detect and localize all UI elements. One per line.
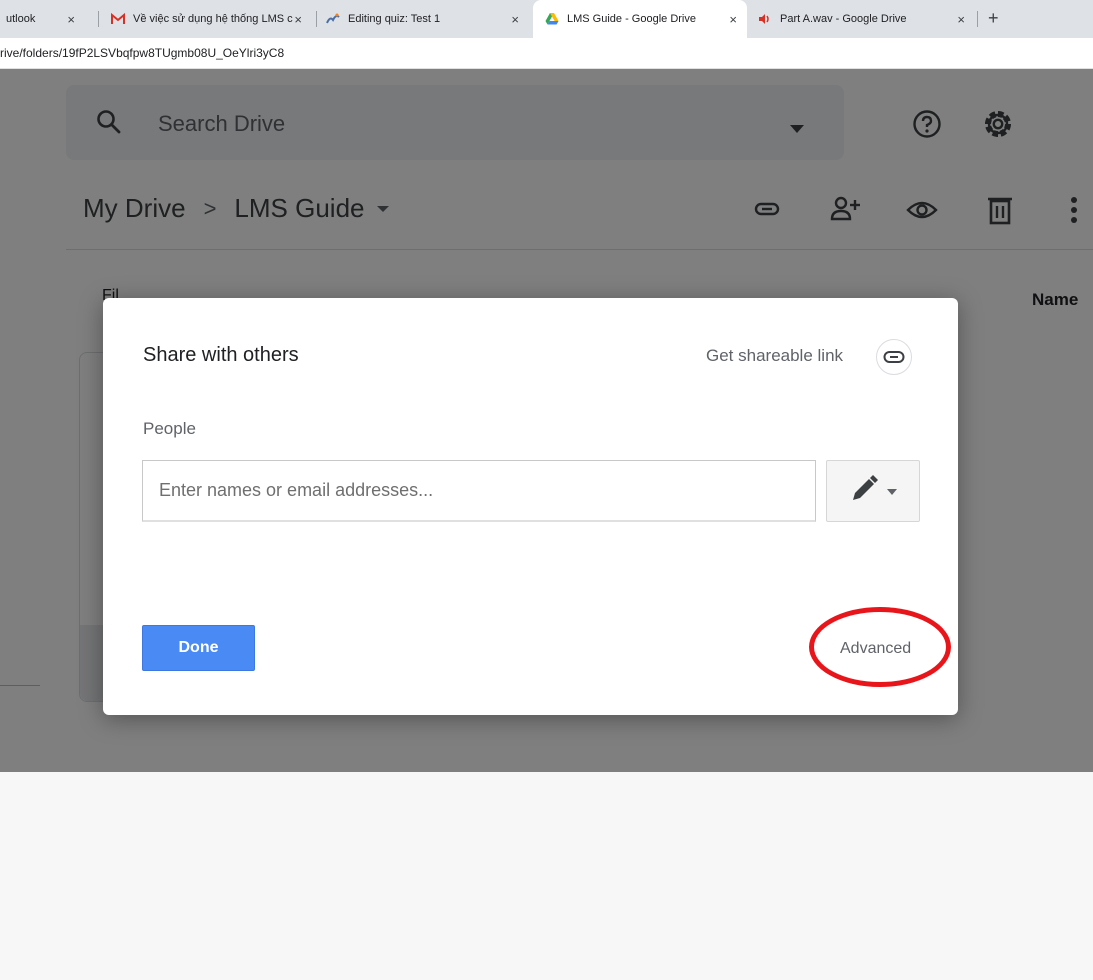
page-footer-area [0,772,1093,980]
shareable-link-icon[interactable] [876,339,912,375]
gmail-icon [111,12,125,26]
tab-title: Part A.wav - Google Drive [780,13,907,25]
tab-separator [977,11,978,27]
tab-gmail[interactable]: Về việc sử dụng hệ thống LMS c × [105,0,312,38]
done-button[interactable]: Done [142,625,255,671]
annotation-circle [809,607,951,687]
people-label: People [143,419,196,438]
tab-lms-guide[interactable]: LMS Guide - Google Drive × [533,0,747,38]
browser-tab-strip: utlook × Về việc sử dụng hệ thống LMS c … [0,0,1093,38]
tab-title: Về việc sử dụng hệ thống LMS c [133,13,293,25]
pencil-icon [849,474,879,509]
address-bar[interactable]: rive/folders/19fP2LSVbqfpw8TUgmb08U_OeYl… [0,38,1093,69]
chevron-down-icon [887,482,897,500]
people-email-input[interactable] [142,460,816,522]
close-icon[interactable]: × [294,12,302,27]
close-icon[interactable]: × [729,12,737,27]
audio-playing-icon [758,12,772,26]
tab-editing-quiz[interactable]: Editing quiz: Test 1 × [322,0,529,38]
share-dialog: Share with others Get shareable link Peo… [103,298,958,715]
tab-title: utlook [6,13,36,25]
close-icon[interactable]: × [957,12,965,27]
close-icon[interactable]: × [511,12,519,27]
tab-separator [98,11,99,27]
tab-title: Editing quiz: Test 1 [348,13,441,25]
tab-title: LMS Guide - Google Drive [567,13,696,25]
new-tab-button[interactable]: + [988,8,999,29]
tab-separator [316,11,317,27]
tab-part-a-wav[interactable]: Part A.wav - Google Drive × [750,0,975,38]
tab-outlook[interactable]: utlook × [0,0,85,38]
close-icon[interactable]: × [67,12,75,27]
dialog-title: Share with others [143,344,299,366]
get-shareable-link[interactable]: Get shareable link [706,346,843,366]
moodle-icon [326,12,340,26]
permission-dropdown-button[interactable] [826,460,920,522]
url-text[interactable]: rive/folders/19fP2LSVbqfpw8TUgmb08U_OeYl… [0,46,284,60]
google-drive-icon [545,12,559,26]
